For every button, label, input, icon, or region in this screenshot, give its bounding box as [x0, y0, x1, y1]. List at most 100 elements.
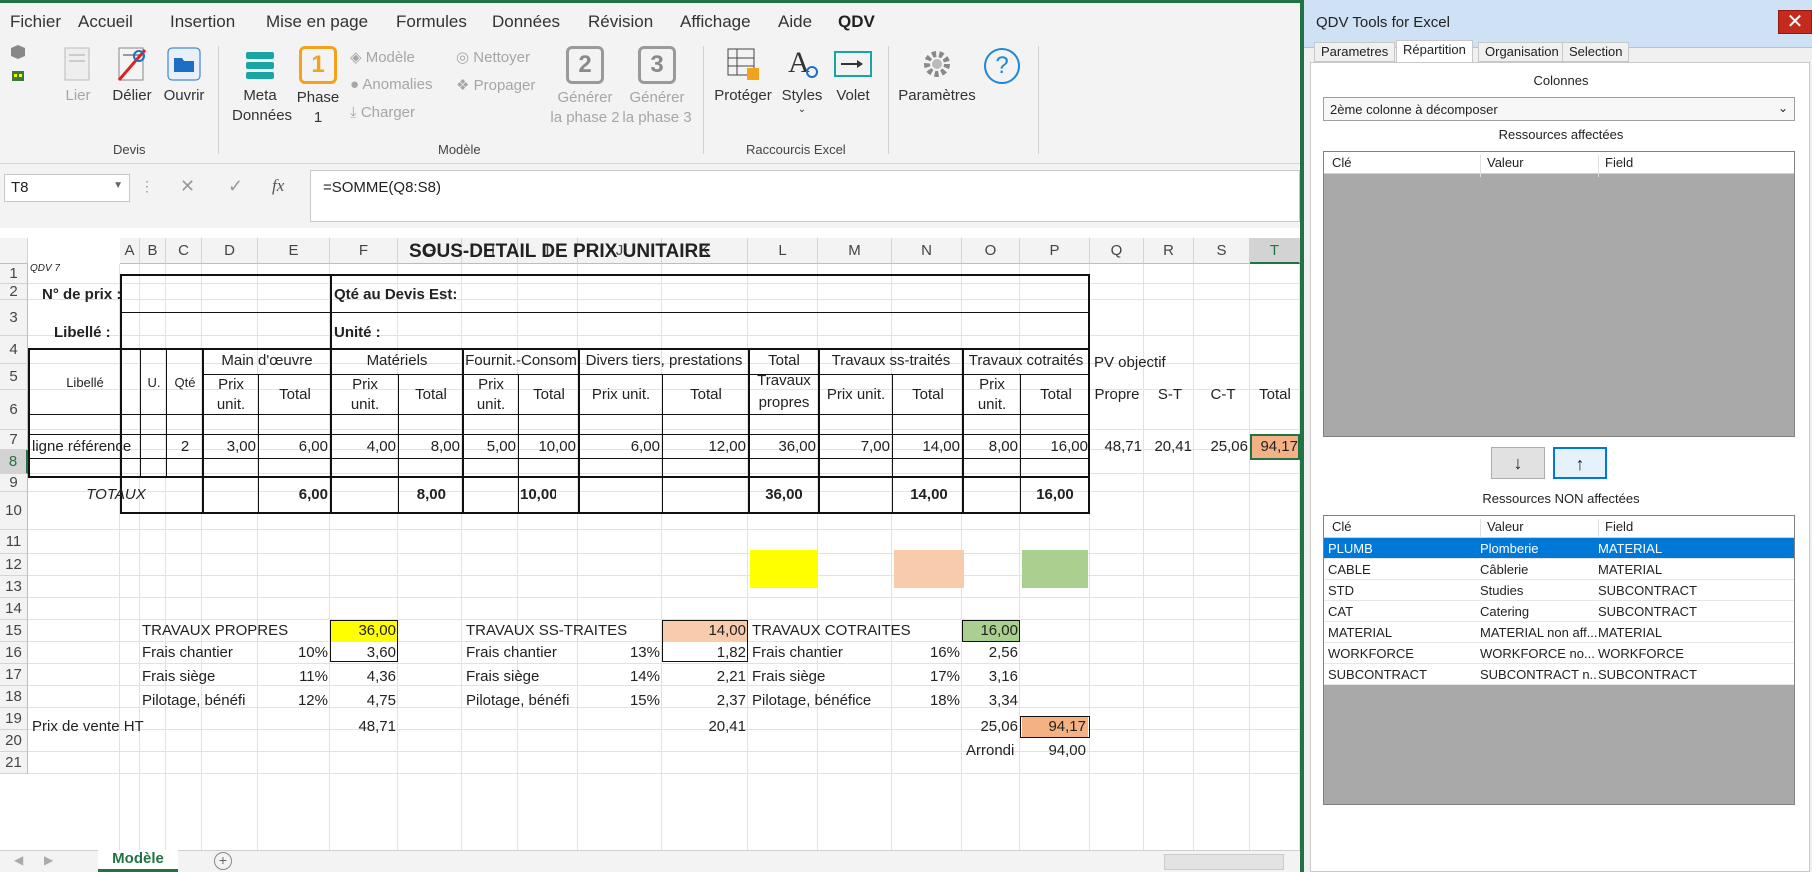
cell-d8[interactable]: 3,00 — [204, 438, 256, 456]
row-header-3[interactable]: 3 — [0, 300, 28, 336]
list-item[interactable]: PLUMB Plomberie MATERIAL — [1324, 538, 1794, 559]
generer-phase-2-button[interactable]: 2 Générer la phase 2 — [548, 46, 622, 128]
row-header-21[interactable]: 21 — [0, 752, 28, 774]
formula-input[interactable]: =SOMME(Q8:S8) — [310, 170, 1300, 222]
col-header-valeur[interactable]: Valeur — [1480, 155, 1524, 177]
cell-q8[interactable]: 48,71 — [1090, 438, 1142, 456]
lier-button[interactable]: Lier — [58, 46, 98, 106]
chevron-down-icon[interactable]: ▼ — [113, 180, 123, 191]
cube-icon[interactable] — [10, 44, 26, 63]
propager-button[interactable]: ❖ Propager — [456, 76, 535, 94]
horizontal-scrollbar[interactable] — [1164, 854, 1284, 870]
column-header-t[interactable]: T — [1250, 238, 1300, 264]
cancel-icon[interactable]: ✕ — [180, 176, 195, 197]
phase-1-button[interactable]: 1 Phase 1 — [294, 46, 342, 128]
cell-m8[interactable]: 7,00 — [820, 438, 890, 456]
move-down-button[interactable]: ↓ — [1491, 447, 1545, 479]
name-box[interactable]: T8 ▼ — [4, 174, 130, 202]
totaux-n[interactable]: 14,00 — [894, 486, 964, 504]
list-item[interactable]: WORKFORCE WORKFORCE no... WORKFORCE — [1324, 643, 1794, 664]
cell-e8[interactable]: 6,00 — [260, 438, 328, 456]
cell-a8[interactable]: ligne référence — [32, 438, 131, 456]
recap-ct-total[interactable]: 16,00 — [964, 622, 1018, 640]
column-header-r[interactable]: R — [1144, 238, 1194, 264]
recap-tp-pi-val[interactable]: 4,75 — [330, 692, 396, 710]
nettoyer-button[interactable]: ◎ Nettoyer — [456, 48, 530, 66]
totaux-i[interactable]: 10,00 — [520, 486, 556, 504]
affectees-listview[interactable]: Clé Valeur Field — [1323, 151, 1795, 437]
row-header-16[interactable]: 16 — [0, 642, 28, 664]
recap-st-fs-val[interactable]: 2,21 — [664, 668, 746, 686]
list-item[interactable]: SUBCONTRACT SUBCONTRACT n... SUBCONTRACT — [1324, 664, 1794, 685]
column-header-c[interactable]: C — [166, 238, 202, 264]
cell-f8[interactable]: 4,00 — [332, 438, 396, 456]
tab-selection[interactable]: Selection — [1562, 42, 1630, 62]
recap-st-fc-val[interactable]: 1,82 — [664, 644, 746, 662]
recap-ct-fc-val[interactable]: 2,56 — [964, 644, 1018, 662]
tab-parametres[interactable]: Parametres — [1314, 42, 1396, 62]
tab-insertion[interactable]: Insertion — [170, 12, 235, 32]
sheet-tab-modele[interactable]: Modèle — [98, 850, 178, 872]
row-header-19[interactable]: 19 — [0, 708, 28, 730]
row-header-10[interactable]: 10 — [0, 492, 28, 530]
cell-n8[interactable]: 14,00 — [894, 438, 960, 456]
tab-donnees[interactable]: Données — [492, 12, 560, 32]
enter-icon[interactable]: ✓ — [228, 176, 243, 197]
help-icon[interactable]: ? — [984, 48, 1020, 84]
recap-ct-fs-pct[interactable]: 17% — [894, 668, 960, 686]
tab-organisation[interactable]: Organisation — [1478, 42, 1566, 62]
cell-k8[interactable]: 12,00 — [664, 438, 746, 456]
cell-i8[interactable]: 10,00 — [520, 438, 576, 456]
styles-button[interactable]: A Styles ⌄ — [776, 46, 828, 115]
recap-tp-pi-pct[interactable]: 12% — [260, 692, 328, 710]
charger-button[interactable]: ⤓ Charger — [350, 104, 415, 121]
cell-t8[interactable]: 94,17 — [1250, 438, 1298, 456]
totaux-p[interactable]: 16,00 — [1022, 486, 1088, 504]
modele-button[interactable]: ◈ Modèle — [350, 48, 415, 66]
cell-g8[interactable]: 8,00 — [400, 438, 460, 456]
row-header-7[interactable]: 7 — [0, 430, 28, 450]
proteger-button[interactable]: Protéger — [712, 46, 774, 106]
totaux-g[interactable]: 8,00 — [400, 486, 446, 504]
column-header-a[interactable]: A — [120, 238, 140, 264]
row-header-2[interactable]: 2 — [0, 284, 28, 300]
cell-s8[interactable]: 25,06 — [1196, 438, 1248, 456]
recap-tp-fc-val[interactable]: 3,60 — [330, 644, 396, 662]
cell-h8[interactable]: 5,00 — [464, 438, 516, 456]
tab-formules[interactable]: Formules — [396, 12, 467, 32]
col-header-field[interactable]: Field — [1598, 155, 1633, 177]
cell-c8[interactable]: 2 — [168, 438, 202, 456]
anomalies-button[interactable]: ● Anomalies — [350, 76, 432, 93]
pv-ct[interactable]: 25,06 — [964, 718, 1018, 736]
pv-tp[interactable]: 48,71 — [330, 718, 396, 736]
column-header-e[interactable]: E — [258, 238, 330, 264]
cell-r8[interactable]: 20,41 — [1146, 438, 1192, 456]
list-item[interactable]: STD Studies SUBCONTRACT — [1324, 580, 1794, 601]
cell-p8[interactable]: 16,00 — [1022, 438, 1088, 456]
cell-o8[interactable]: 8,00 — [964, 438, 1018, 456]
row-header-14[interactable]: 14 — [0, 598, 28, 620]
totaux-l[interactable]: 36,00 — [750, 486, 818, 504]
row-header-20[interactable]: 20 — [0, 730, 28, 752]
column-header-p[interactable]: P — [1020, 238, 1090, 264]
spreadsheet-grid[interactable]: ABCDEFGHIJKLMNOPQRST 1 2 3 4 5 6 7 8 9 10 11 12 13 14… — [0, 238, 1300, 850]
pv-st[interactable]: 20,41 — [664, 718, 746, 736]
tab-repartition[interactable]: Répartition — [1396, 40, 1473, 63]
row-header-12[interactable]: 12 — [0, 554, 28, 576]
row-header-4[interactable]: 4 — [0, 336, 28, 364]
recap-st-total[interactable]: 14,00 — [664, 622, 746, 640]
scroll-left-icon[interactable]: ◀ — [14, 853, 23, 867]
more-options-icon[interactable]: ⋮ — [140, 178, 154, 195]
column-header-n[interactable]: N — [892, 238, 962, 264]
col-header-cle[interactable]: Clé — [1332, 519, 1352, 534]
list-item[interactable]: MATERIAL MATERIAL non aff... MATERIAL — [1324, 622, 1794, 643]
cell-l8[interactable]: 36,00 — [750, 438, 816, 456]
meta-donnees-button[interactable]: Meta Données — [232, 46, 292, 126]
list-item[interactable]: CAT Catering SUBCONTRACT — [1324, 601, 1794, 622]
generer-phase-3-button[interactable]: 3 Générer la phase 3 — [620, 46, 694, 128]
parametres-button[interactable]: Paramètres — [896, 46, 978, 106]
row-header-6[interactable]: 6 — [0, 390, 28, 430]
row-header-15[interactable]: 15 — [0, 620, 28, 642]
add-sheet-button[interactable]: + — [214, 852, 232, 870]
scroll-right-icon[interactable]: ▶ — [44, 853, 53, 867]
